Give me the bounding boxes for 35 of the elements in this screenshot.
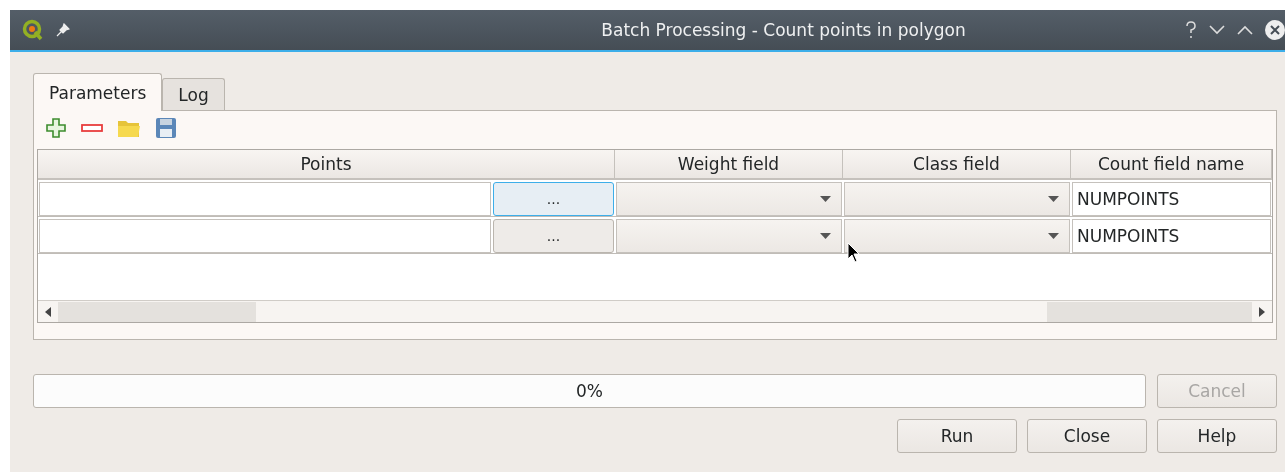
window-title: Batch Processing - Count points in polygon bbox=[600, 20, 967, 40]
chevron-down-icon[interactable] bbox=[1209, 25, 1225, 35]
weight-field-dropdown[interactable] bbox=[616, 182, 842, 216]
points-input-field[interactable] bbox=[39, 219, 491, 253]
dropdown-arrow-icon bbox=[820, 196, 831, 202]
add-icon[interactable] bbox=[45, 117, 67, 139]
dialog-button[interactable]: Help bbox=[1157, 419, 1277, 453]
dialog-button[interactable]: Close bbox=[1027, 419, 1147, 453]
help-icon[interactable] bbox=[1185, 21, 1197, 39]
tab[interactable]: Log bbox=[162, 78, 225, 110]
save-icon[interactable] bbox=[155, 117, 177, 139]
column-header[interactable]: Count field name bbox=[1071, 150, 1272, 178]
pin-icon[interactable] bbox=[56, 23, 70, 37]
weight-field-dropdown[interactable] bbox=[616, 219, 842, 253]
logo-icon bbox=[22, 19, 44, 41]
horizontal-scrollbar[interactable] bbox=[38, 300, 1272, 322]
dropdown-arrow-icon bbox=[820, 233, 831, 239]
browse-button[interactable]: ... bbox=[493, 219, 614, 253]
count-field-name-input[interactable]: NUMPOINTS bbox=[1072, 219, 1271, 253]
column-header[interactable]: Points bbox=[38, 150, 615, 178]
dialog-button[interactable]: Run bbox=[897, 419, 1017, 453]
mouse-pointer-icon bbox=[847, 242, 861, 264]
count-field-name-input[interactable]: NUMPOINTS bbox=[1072, 182, 1271, 216]
class-field-dropdown[interactable] bbox=[844, 219, 1070, 253]
column-header[interactable]: Class field bbox=[843, 150, 1071, 178]
tab[interactable]: Parameters bbox=[33, 73, 163, 111]
column-header[interactable]: Weight field bbox=[615, 150, 843, 178]
chevron-up-icon[interactable] bbox=[1237, 25, 1253, 35]
dropdown-arrow-icon bbox=[1048, 196, 1059, 202]
progress-reading: 0% bbox=[576, 381, 603, 401]
close-icon[interactable] bbox=[1265, 20, 1285, 40]
points-input-field[interactable] bbox=[39, 182, 491, 216]
dropdown-arrow-icon bbox=[1048, 233, 1059, 239]
class-field-dropdown[interactable] bbox=[844, 182, 1070, 216]
browse-button[interactable]: ... bbox=[493, 182, 614, 216]
